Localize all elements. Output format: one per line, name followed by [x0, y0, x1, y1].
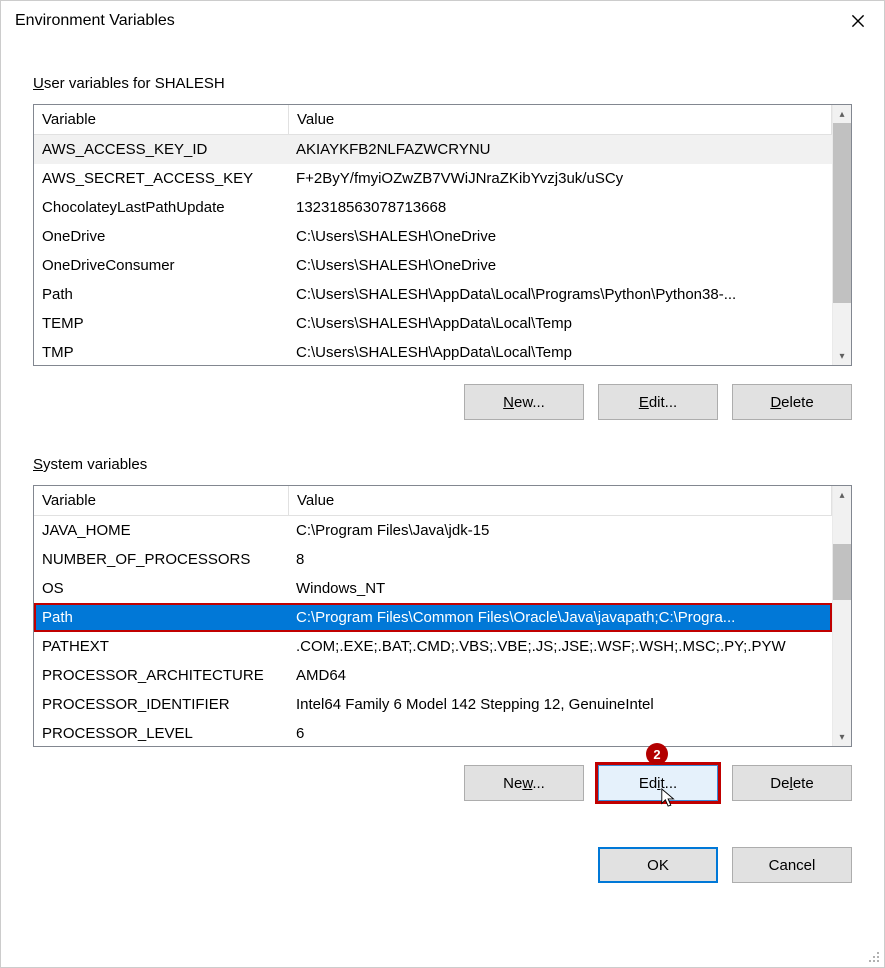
system-new-button[interactable]: New... — [464, 765, 584, 801]
cell-variable: Path — [34, 603, 288, 632]
system-delete-button[interactable]: Delete — [732, 765, 852, 801]
cell-variable: PROCESSOR_IDENTIFIER — [34, 690, 288, 719]
cell-value: C:\Users\SHALESH\AppData\Local\Temp — [288, 309, 832, 338]
scroll-thumb[interactable] — [833, 123, 851, 303]
table-row[interactable]: PROCESSOR_LEVEL6 — [34, 719, 832, 746]
scrollbar[interactable]: ▴ ▾ — [832, 105, 851, 365]
table-row[interactable]: ChocolateyLastPathUpdate1323185630787136… — [34, 193, 832, 222]
close-icon — [851, 14, 865, 28]
cell-variable: OneDriveConsumer — [34, 251, 288, 280]
header-value[interactable]: Value — [289, 105, 832, 134]
cell-value: 8 — [288, 545, 832, 574]
header-variable[interactable]: Variable — [34, 486, 289, 515]
cell-variable: NUMBER_OF_PROCESSORS — [34, 545, 288, 574]
list-header[interactable]: Variable Value — [34, 105, 832, 135]
scroll-down-icon[interactable]: ▾ — [833, 728, 851, 746]
cell-value: 6 — [288, 719, 832, 746]
dialog-content: User variables for SHALESH Variable Valu… — [1, 41, 884, 967]
ok-button[interactable]: OK — [598, 847, 718, 883]
dialog-title: Environment Variables — [15, 12, 175, 30]
cell-value: C:\Users\SHALESH\OneDrive — [288, 251, 832, 280]
cell-variable: PROCESSOR_LEVEL — [34, 719, 288, 746]
table-row[interactable]: TEMPC:\Users\SHALESH\AppData\Local\Temp — [34, 309, 832, 338]
scroll-up-icon[interactable]: ▴ — [833, 105, 851, 123]
cell-value: C:\Users\SHALESH\AppData\Local\Programs\… — [288, 280, 832, 309]
table-row[interactable]: OSWindows_NT — [34, 574, 832, 603]
table-row[interactable]: PathC:\Program Files\Common Files\Oracle… — [34, 603, 832, 632]
scroll-up-icon[interactable]: ▴ — [833, 486, 851, 504]
system-variables-listview[interactable]: Variable Value JAVA_HOMEC:\Program Files… — [33, 485, 852, 747]
user-edit-button[interactable]: Edit... — [598, 384, 718, 420]
cell-value: C:\Program Files\Common Files\Oracle\Jav… — [288, 603, 832, 632]
cancel-button[interactable]: Cancel — [732, 847, 852, 883]
cell-variable: PATHEXT — [34, 632, 288, 661]
cell-variable: PROCESSOR_ARCHITECTURE — [34, 661, 288, 690]
table-row[interactable]: TMPC:\Users\SHALESH\AppData\Local\Temp — [34, 338, 832, 365]
cell-variable: AWS_ACCESS_KEY_ID — [34, 135, 288, 164]
table-row[interactable]: AWS_ACCESS_KEY_IDAKIAYKFB2NLFAZWCRYNU — [34, 135, 832, 164]
close-button[interactable] — [832, 1, 884, 41]
table-row[interactable]: JAVA_HOMEC:\Program Files\Java\jdk-15 — [34, 516, 832, 545]
cell-variable: OneDrive — [34, 222, 288, 251]
cell-value: C:\Users\SHALESH\AppData\Local\Temp — [288, 338, 832, 365]
cell-value: AMD64 — [288, 661, 832, 690]
table-row[interactable]: NUMBER_OF_PROCESSORS8 — [34, 545, 832, 574]
cell-value: Intel64 Family 6 Model 142 Stepping 12, … — [288, 690, 832, 719]
cell-value: C:\Program Files\Java\jdk-15 — [288, 516, 832, 545]
user-delete-button[interactable]: Delete — [732, 384, 852, 420]
list-header[interactable]: Variable Value — [34, 486, 832, 516]
cell-variable: TEMP — [34, 309, 288, 338]
table-row[interactable]: OneDriveConsumerC:\Users\SHALESH\OneDriv… — [34, 251, 832, 280]
table-row[interactable]: PROCESSOR_IDENTIFIERIntel64 Family 6 Mod… — [34, 690, 832, 719]
environment-variables-dialog: Environment Variables User variables for… — [0, 0, 885, 968]
table-row[interactable]: PATHEXT.COM;.EXE;.BAT;.CMD;.VBS;.VBE;.JS… — [34, 632, 832, 661]
cell-variable: OS — [34, 574, 288, 603]
user-variables-label: User variables for SHALESH — [33, 75, 852, 92]
header-value[interactable]: Value — [289, 486, 832, 515]
cell-value: .COM;.EXE;.BAT;.CMD;.VBS;.VBE;.JS;.JSE;.… — [288, 632, 832, 661]
user-buttons-row: New... Edit... Delete — [33, 384, 852, 420]
system-variables-label: System variables — [33, 456, 852, 473]
cell-value: 132318563078713668 — [288, 193, 832, 222]
cell-variable: AWS_SECRET_ACCESS_KEY — [34, 164, 288, 193]
annotation-badge-2: 2 — [646, 743, 668, 765]
cell-variable: Path — [34, 280, 288, 309]
scroll-down-icon[interactable]: ▾ — [833, 347, 851, 365]
system-buttons-row: New... Edit... 2 Delete — [33, 765, 852, 801]
cell-value: Windows_NT — [288, 574, 832, 603]
table-row[interactable]: AWS_SECRET_ACCESS_KEYF+2ByY/fmyiOZwZB7VW… — [34, 164, 832, 193]
cell-variable: JAVA_HOME — [34, 516, 288, 545]
table-row[interactable]: PROCESSOR_ARCHITECTUREAMD64 — [34, 661, 832, 690]
cell-value: C:\Users\SHALESH\OneDrive — [288, 222, 832, 251]
cell-variable: TMP — [34, 338, 288, 365]
user-variables-listview[interactable]: Variable Value AWS_ACCESS_KEY_IDAKIAYKFB… — [33, 104, 852, 366]
user-new-button[interactable]: New... — [464, 384, 584, 420]
system-variables-group: System variables Variable Value JAVA_HOM… — [33, 456, 852, 801]
titlebar: Environment Variables — [1, 1, 884, 41]
cell-value: AKIAYKFB2NLFAZWCRYNU — [288, 135, 832, 164]
cell-variable: ChocolateyLastPathUpdate — [34, 193, 288, 222]
table-row[interactable]: OneDriveC:\Users\SHALESH\OneDrive — [34, 222, 832, 251]
cell-value: F+2ByY/fmyiOZwZB7VWiJNraZKibYvzj3uk/uSCy — [288, 164, 832, 193]
scroll-thumb[interactable] — [833, 544, 851, 600]
scrollbar[interactable]: ▴ ▾ — [832, 486, 851, 746]
resize-grip-icon[interactable] — [866, 949, 880, 963]
dialog-footer-buttons: OK Cancel — [33, 847, 852, 883]
table-row[interactable]: PathC:\Users\SHALESH\AppData\Local\Progr… — [34, 280, 832, 309]
user-variables-group: User variables for SHALESH Variable Valu… — [33, 75, 852, 420]
header-variable[interactable]: Variable — [34, 105, 289, 134]
system-edit-button[interactable]: Edit... — [598, 765, 718, 801]
